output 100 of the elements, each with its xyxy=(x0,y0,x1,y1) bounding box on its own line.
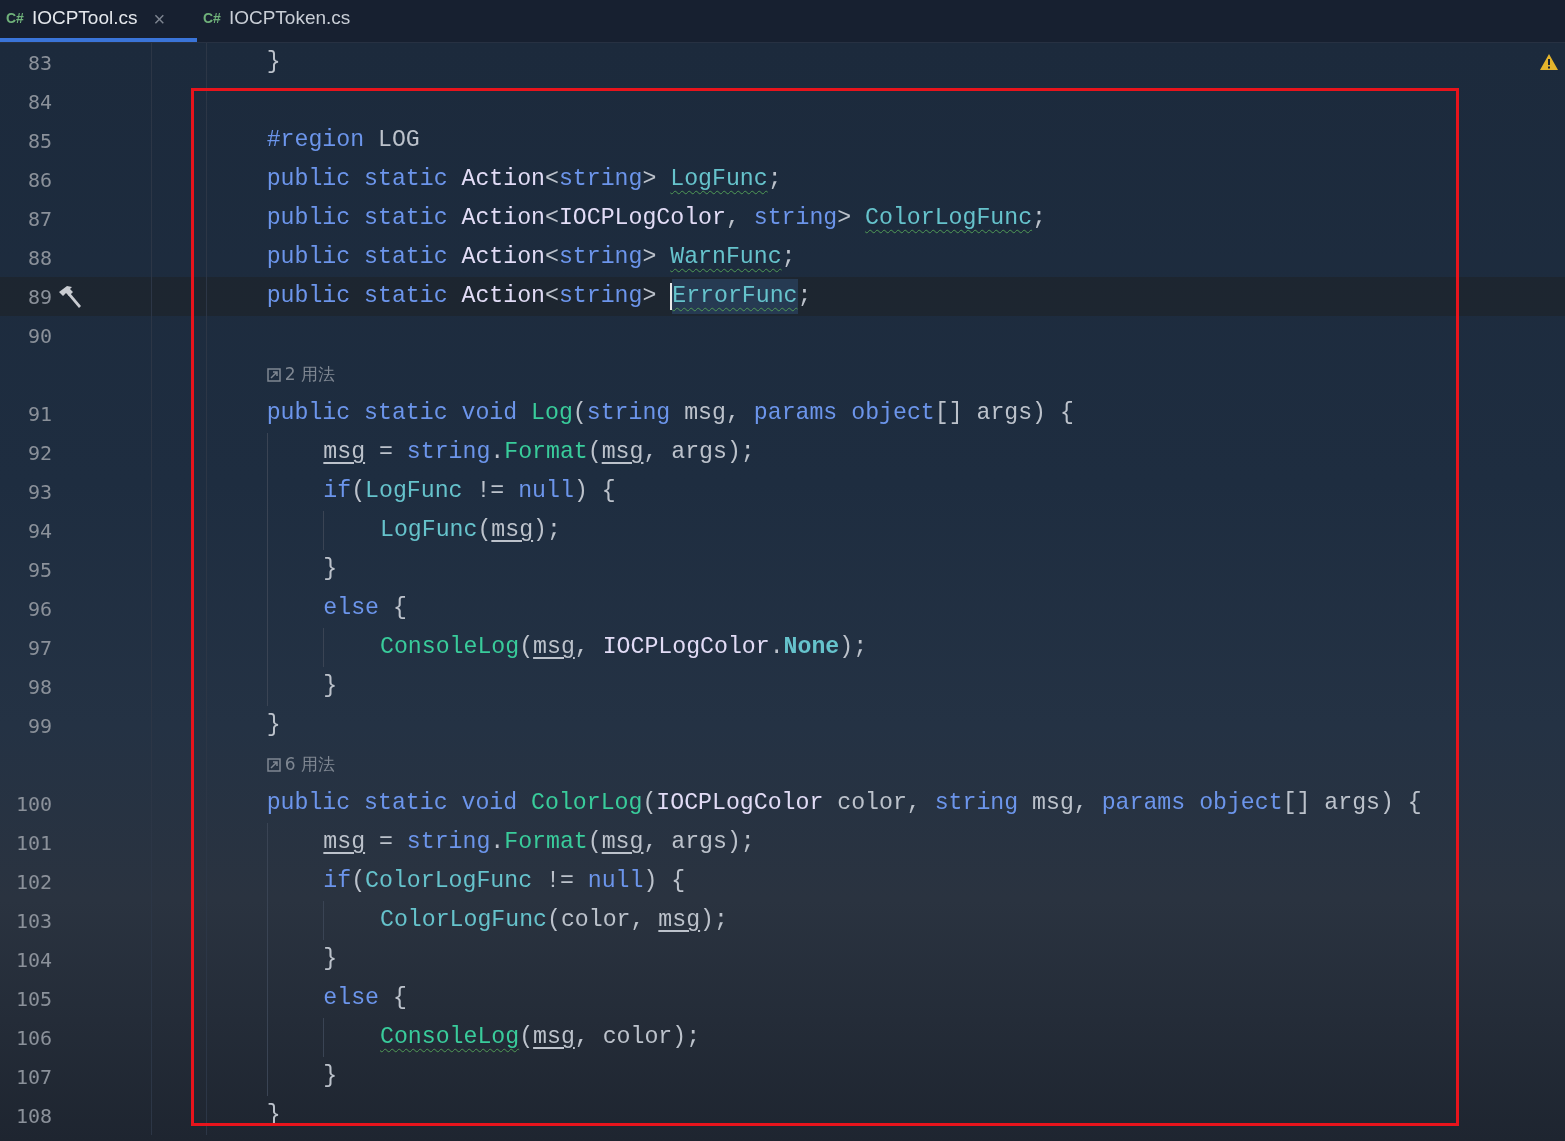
code-token: string xyxy=(406,828,491,858)
code-token: ); xyxy=(533,516,561,546)
usages-hint[interactable]: 6 用法 xyxy=(266,751,335,778)
usages-hint[interactable]: 2 用法 xyxy=(266,361,335,388)
code-token: string xyxy=(558,165,643,195)
code-token: LogFunc xyxy=(380,516,478,546)
code-token: != xyxy=(546,867,574,897)
code-token: if xyxy=(323,477,352,507)
line-number: 104 xyxy=(15,947,52,972)
code-token: } xyxy=(323,555,338,585)
code-token: Action xyxy=(461,243,545,273)
code-token: IOCPLogColor xyxy=(602,633,770,663)
code-token: < xyxy=(545,204,559,234)
code-token: ( xyxy=(351,477,366,507)
language-label: C# xyxy=(6,9,24,28)
code-token: params xyxy=(1101,789,1186,819)
code-token: ( xyxy=(587,828,602,858)
line-number: 87 xyxy=(27,206,52,231)
code-token: , args); xyxy=(643,828,755,858)
code-token: } xyxy=(266,711,281,741)
code-token: ; xyxy=(1032,204,1046,234)
code-token: . xyxy=(769,633,784,663)
code-token: string xyxy=(753,204,838,234)
code-token: string xyxy=(558,282,643,312)
code-token: < xyxy=(545,243,559,273)
code-token: > xyxy=(837,204,852,234)
code-token: public xyxy=(266,789,351,819)
code-token: > xyxy=(642,165,657,195)
line-number: 83 xyxy=(27,50,52,75)
line-number: 85 xyxy=(27,128,52,153)
line-number: 88 xyxy=(27,245,52,270)
code-token: = xyxy=(379,828,393,858)
code-token: ); xyxy=(700,906,728,936)
tab-label: IOCPToken.cs xyxy=(228,6,351,31)
code-token: ); xyxy=(839,633,868,663)
code-token: [] args) { xyxy=(934,399,1074,429)
code-token: public xyxy=(266,399,351,429)
code-token: < xyxy=(545,165,559,195)
code-token: IOCPLogColor xyxy=(558,204,726,234)
code-token: Action xyxy=(461,165,545,195)
code-token: ColorLogFunc xyxy=(380,906,547,936)
code-token: ( xyxy=(587,438,602,468)
line-number: 94 xyxy=(27,518,52,543)
code-token: static xyxy=(364,399,448,429)
code-token: ConsoleLog xyxy=(380,633,520,663)
code-token: static xyxy=(364,204,448,234)
code-token: < xyxy=(545,282,559,312)
line-number: 86 xyxy=(27,167,52,192)
code-token: { xyxy=(392,594,407,624)
close-icon[interactable]: × xyxy=(153,3,166,34)
code-token: ; xyxy=(767,165,782,195)
code-token: public xyxy=(266,165,351,195)
line-number: 105 xyxy=(15,986,52,1011)
code-token: } xyxy=(323,672,338,702)
code-token: static xyxy=(364,789,448,819)
code-token: object xyxy=(851,399,935,429)
code-token: static xyxy=(364,165,448,195)
code-token: null xyxy=(518,477,574,507)
code-token: } xyxy=(266,48,281,78)
line-number: 92 xyxy=(27,440,52,465)
jump-icon xyxy=(266,757,281,772)
code-token: Action xyxy=(461,282,545,312)
code-token: ( xyxy=(477,516,492,546)
code-token: string xyxy=(406,438,491,468)
code-token: Log xyxy=(531,399,573,429)
code-token: else xyxy=(323,594,379,624)
code-token: } xyxy=(323,945,338,975)
jump-icon xyxy=(266,367,281,382)
language-label: C# xyxy=(203,9,221,28)
code-token: msg xyxy=(533,1023,575,1053)
line-number: 103 xyxy=(15,908,52,933)
line-number: 90 xyxy=(27,323,52,348)
code-token: Format xyxy=(504,438,588,468)
code-token: params xyxy=(753,399,838,429)
code-token: color, xyxy=(837,789,921,819)
code-token: ColorLog xyxy=(531,789,643,819)
line-number: 91 xyxy=(27,401,52,426)
line-number: 101 xyxy=(15,830,52,855)
file-tab[interactable]: C# IOCPToken.cs xyxy=(197,0,365,42)
code-token: ( xyxy=(519,633,534,663)
code-token: None xyxy=(783,633,840,663)
code-token: public xyxy=(266,204,351,234)
code-token: = xyxy=(379,438,393,468)
line-number: 95 xyxy=(27,557,52,582)
code-token: if xyxy=(323,867,352,897)
code-token: LOG xyxy=(378,126,420,156)
code-token: ColorLogFunc xyxy=(865,204,1033,234)
code-token: msg, xyxy=(1032,789,1088,819)
code-token: string xyxy=(558,243,643,273)
code-token: . xyxy=(490,438,505,468)
warning-icon[interactable] xyxy=(1539,53,1559,71)
code-token: public xyxy=(266,282,351,312)
line-number: 97 xyxy=(27,635,52,660)
line-number: 93 xyxy=(27,479,52,504)
code-token: void xyxy=(461,399,518,429)
code-token: public xyxy=(266,243,351,273)
line-number: 89 xyxy=(27,284,52,309)
code-token: void xyxy=(461,789,518,819)
code-token: ( xyxy=(642,789,657,819)
line-number: 96 xyxy=(27,596,52,621)
